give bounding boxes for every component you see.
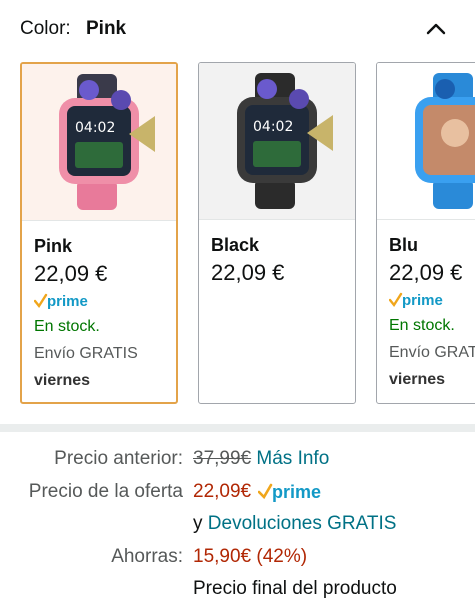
delivery-day: viernes [389,371,446,388]
previous-price-label: Precio anterior: [54,448,183,469]
color-label: Color: [20,18,71,39]
swatch-card-blu[interactable]: Blu 22,09 € prime En stock. Envío GRATIS… [376,62,475,404]
swatch-name: Blu [389,235,418,255]
free-returns-link[interactable]: Devoluciones GRATIS [208,513,397,534]
color-swatch-carousel[interactable]: 04:02 Pink 22,09 € prime En stock. Envío… [20,62,475,404]
returns-prefix: y [193,513,203,534]
savings-row: Ahorras: 15,90€ (42%) [0,546,475,572]
product-image-blu [377,63,475,220]
svg-text:04:02: 04:02 [253,119,293,135]
prime-logo-icon: prime [258,482,321,502]
final-price-note: Precio final del producto [193,578,397,599]
svg-text:04:02: 04:02 [75,120,115,136]
color-header: Color: Pink [20,16,455,42]
swatch-card-pink[interactable]: 04:02 Pink 22,09 € prime En stock. Envío… [20,62,178,404]
returns-group: y Devoluciones GRATIS [193,513,396,535]
svg-text:prime: prime [272,482,321,502]
shipping-info: Envío GRATIS [389,344,475,361]
product-image-black: 04:02 [199,63,355,220]
delivery-day: viernes [34,372,91,389]
offer-price-label: Precio de la oferta [28,481,183,502]
svg-text:prime: prime [47,293,88,310]
previous-price-value: 37,99€ [193,448,252,469]
chevron-up-icon [426,23,446,35]
swatch-price: 22,09 € [389,260,463,285]
section-divider [0,424,475,432]
prime-badge: prime [388,291,451,309]
previous-price-value-group: 37,99€ Más Info [193,448,329,470]
more-info-link[interactable]: Más Info [256,448,329,469]
offer-price-row: Precio de la oferta 22,09€ prime [0,481,475,507]
offer-price-group: 22,09€ prime [193,481,330,503]
previous-price-row: Precio anterior: 37,99€ Más Info [0,448,475,474]
collapse-button[interactable] [423,16,449,42]
savings-value: 15,90€ (42%) [193,546,308,567]
selected-color-value: Pink [86,18,127,39]
swatch-price: 22,09 € [34,261,108,286]
swatch-price: 22,09 € [211,260,285,285]
prime-logo-icon: prime [388,292,443,309]
svg-text:prime: prime [402,292,443,309]
prime-logo-icon: prime [33,293,88,310]
offer-price-value: 22,09€ [193,481,252,502]
stock-status: En stock. [34,318,100,335]
shipping-info: Envío GRATIS [34,345,138,362]
swatch-name: Pink [34,236,73,256]
swatch-card-black[interactable]: 04:02 Black 22,09 € [198,62,356,404]
savings-label: Ahorras: [111,546,183,567]
returns-row: y Devoluciones GRATIS [0,513,475,539]
prime-badge: prime [33,292,96,310]
stock-status: En stock. [389,317,455,334]
swatch-name: Black [211,235,260,255]
product-image-pink: 04:02 [22,64,176,221]
final-price-note-row: Precio final del producto [0,578,475,604]
